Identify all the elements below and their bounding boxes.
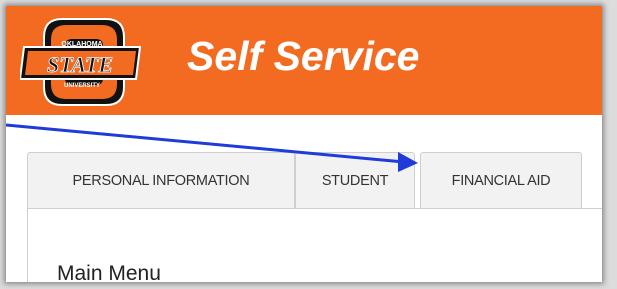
screenshot-frame: OKLAHOMA STATE UNIVERSITY Self Service P…	[0, 0, 617, 289]
site-header: OKLAHOMA STATE UNIVERSITY Self Service	[6, 6, 602, 115]
tab-personal-information[interactable]: PERSONAL INFORMATION	[27, 152, 295, 208]
logo-main-text: STATE	[47, 52, 113, 77]
app-title: Self Service	[187, 33, 420, 79]
tab-bar: PERSONAL INFORMATION STUDENT FINANCIAL A…	[27, 152, 602, 208]
tab-panel: Main Menu	[27, 208, 602, 282]
logo-bottom-text: UNIVERSITY	[64, 83, 100, 89]
browser-window: OKLAHOMA STATE UNIVERSITY Self Service P…	[6, 6, 602, 282]
tab-financial-aid[interactable]: FINANCIAL AID	[420, 152, 582, 208]
main-content: PERSONAL INFORMATION STUDENT FINANCIAL A…	[6, 115, 602, 282]
logo-top-text: OKLAHOMA	[61, 41, 102, 48]
tab-student[interactable]: STUDENT	[295, 152, 415, 208]
osu-logo[interactable]: OKLAHOMA STATE UNIVERSITY	[20, 17, 144, 107]
panel-title: Main Menu	[57, 262, 161, 282]
